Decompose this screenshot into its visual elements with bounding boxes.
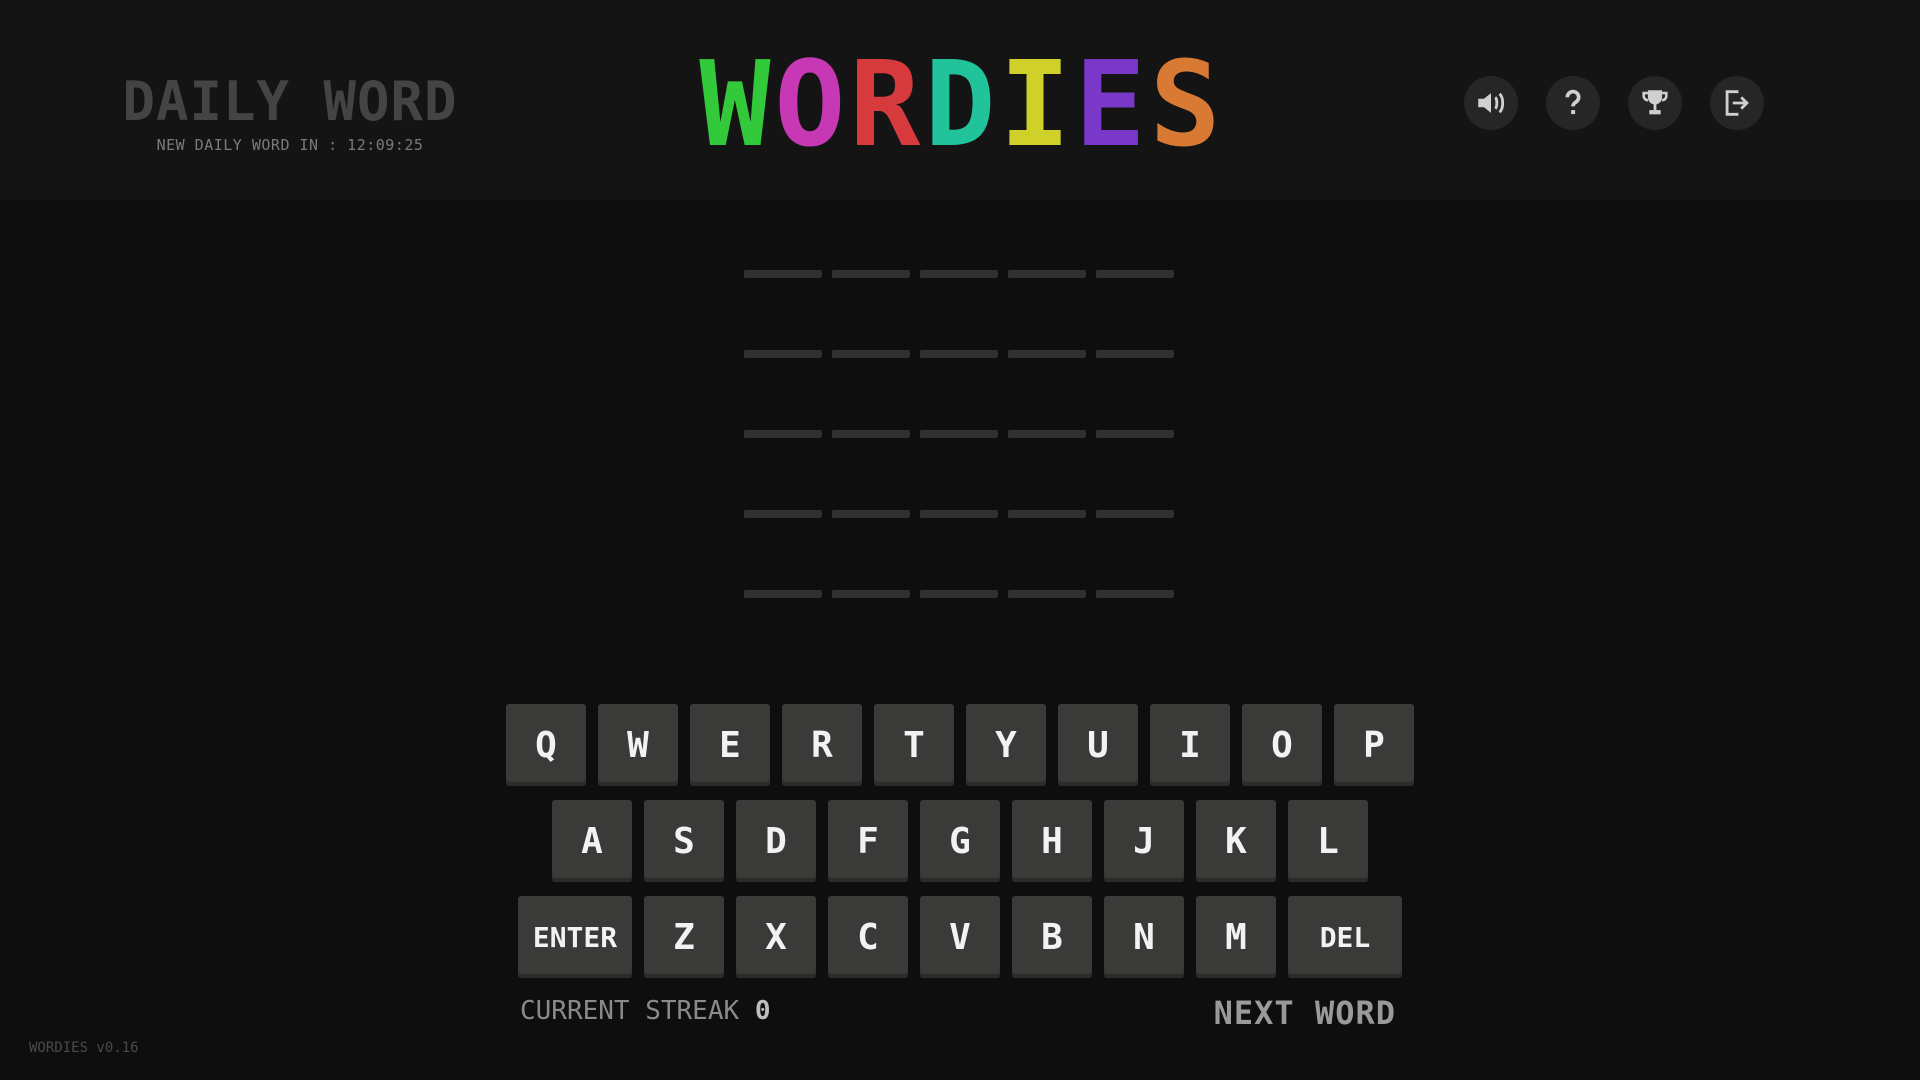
streak-label: CURRENT STREAK (520, 996, 740, 1026)
key-u[interactable]: U (1058, 704, 1138, 786)
letter-slot (1096, 270, 1174, 278)
letter-slot (920, 590, 998, 598)
key-b[interactable]: B (1012, 896, 1092, 978)
help-icon (1565, 89, 1581, 115)
letter-slot (832, 430, 910, 438)
key-g[interactable]: G (920, 800, 1000, 882)
top-bar: DAILY WORD NEW DAILY WORD IN : 12:09:25 … (0, 0, 1920, 200)
key-a[interactable]: A (552, 800, 632, 882)
key-c[interactable]: C (828, 896, 908, 978)
letter-slot (744, 430, 822, 438)
mode-title: DAILY WORD (122, 70, 458, 133)
streak-value: 0 (754, 996, 771, 1026)
key-x[interactable]: X (736, 896, 816, 978)
logo-letter: S (1149, 35, 1221, 173)
key-o[interactable]: O (1242, 704, 1322, 786)
next-word-button[interactable]: NEXT WORD (1214, 994, 1396, 1032)
current-streak: CURRENT STREAK 0 (520, 996, 770, 1026)
speaker-icon (1478, 92, 1505, 114)
on-screen-keyboard: QWERTYUIOP ASDFGHJKL ENTER Z X C V B N M DEL (502, 704, 1418, 992)
guess-row (744, 350, 1176, 430)
keyboard-row-1: QWERTYUIOP (502, 704, 1418, 786)
letter-slot (744, 350, 822, 358)
letter-slot (1096, 350, 1174, 358)
letter-slot (832, 270, 910, 278)
leaderboard-button[interactable] (1628, 76, 1682, 130)
key-r[interactable]: R (782, 704, 862, 786)
letter-slot (744, 510, 822, 518)
version-label: WORDIES v0.16 (29, 1040, 139, 1056)
letter-slot (832, 510, 910, 518)
guess-grid (744, 270, 1176, 670)
game-logo: WORDIES (680, 44, 1240, 164)
guess-row (744, 510, 1176, 590)
logo-letter: R (849, 35, 921, 173)
keyboard-row-3: ENTER Z X C V B N M DEL (502, 896, 1418, 978)
key-j[interactable]: J (1104, 800, 1184, 882)
letter-slot (920, 430, 998, 438)
key-v[interactable]: V (920, 896, 1000, 978)
letter-slot (1096, 590, 1174, 598)
letter-slot (832, 350, 910, 358)
key-h[interactable]: H (1012, 800, 1092, 882)
logo-letter: D (924, 35, 996, 173)
guess-row (744, 270, 1176, 350)
exit-button[interactable] (1710, 76, 1764, 130)
key-s[interactable]: S (644, 800, 724, 882)
letter-slot (920, 510, 998, 518)
letter-slot (1008, 270, 1086, 278)
countdown-label: NEW DAILY WORD IN : 12:09:25 (156, 136, 424, 154)
trophy-icon (1642, 90, 1668, 115)
logo-letter: O (774, 35, 846, 173)
guess-row (744, 590, 1176, 670)
toolbar-icons (1464, 76, 1764, 130)
key-enter[interactable]: ENTER (518, 896, 632, 978)
key-q[interactable]: Q (506, 704, 586, 786)
keyboard-row-2: ASDFGHJKL (502, 800, 1418, 882)
letter-slot (1008, 350, 1086, 358)
exit-icon (1725, 90, 1749, 116)
key-e[interactable]: E (690, 704, 770, 786)
letter-slot (920, 270, 998, 278)
letter-slot (920, 350, 998, 358)
letter-slot (832, 590, 910, 598)
logo-letter: I (999, 35, 1071, 173)
key-d[interactable]: D (736, 800, 816, 882)
letter-slot (1008, 430, 1086, 438)
key-f[interactable]: F (828, 800, 908, 882)
key-p[interactable]: P (1334, 704, 1414, 786)
sound-button[interactable] (1464, 76, 1518, 130)
letter-slot (1008, 510, 1086, 518)
letter-slot (744, 270, 822, 278)
mode-header: DAILY WORD NEW DAILY WORD IN : 12:09:25 (120, 70, 460, 155)
key-z[interactable]: Z (644, 896, 724, 978)
key-l[interactable]: L (1288, 800, 1368, 882)
key-w[interactable]: W (598, 704, 678, 786)
key-k[interactable]: K (1196, 800, 1276, 882)
letter-slot (1096, 430, 1174, 438)
key-t[interactable]: T (874, 704, 954, 786)
letter-slot (744, 590, 822, 598)
key-del[interactable]: DEL (1288, 896, 1402, 978)
key-y[interactable]: Y (966, 704, 1046, 786)
help-button[interactable] (1546, 76, 1600, 130)
letter-slot (1008, 590, 1086, 598)
logo-letter: E (1074, 35, 1146, 173)
logo-letter: W (699, 35, 771, 173)
key-m[interactable]: M (1196, 896, 1276, 978)
status-bar: CURRENT STREAK 0 NEXT WORD (520, 994, 1396, 1032)
letter-slot (1096, 510, 1174, 518)
key-n[interactable]: N (1104, 896, 1184, 978)
key-i[interactable]: I (1150, 704, 1230, 786)
guess-row (744, 430, 1176, 510)
